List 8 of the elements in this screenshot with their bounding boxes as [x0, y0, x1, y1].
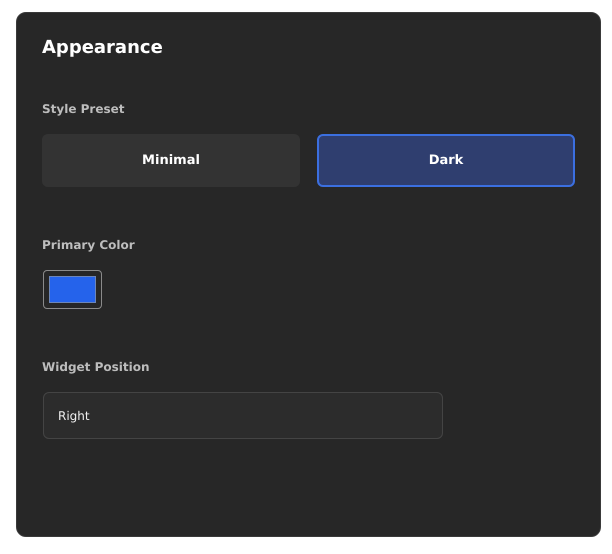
- field-label: Primary Color: [42, 237, 136, 253]
- preset-option[interactable]: Minimal: [42, 134, 300, 187]
- field-label: Style Preset: [42, 101, 126, 117]
- preset-option[interactable]: Dark: [317, 134, 575, 187]
- color-picker[interactable]: [43, 270, 102, 309]
- position-select[interactable]: Right: [43, 392, 443, 439]
- panel-title: Appearance: [42, 37, 164, 59]
- field-label: Widget Position: [42, 359, 151, 375]
